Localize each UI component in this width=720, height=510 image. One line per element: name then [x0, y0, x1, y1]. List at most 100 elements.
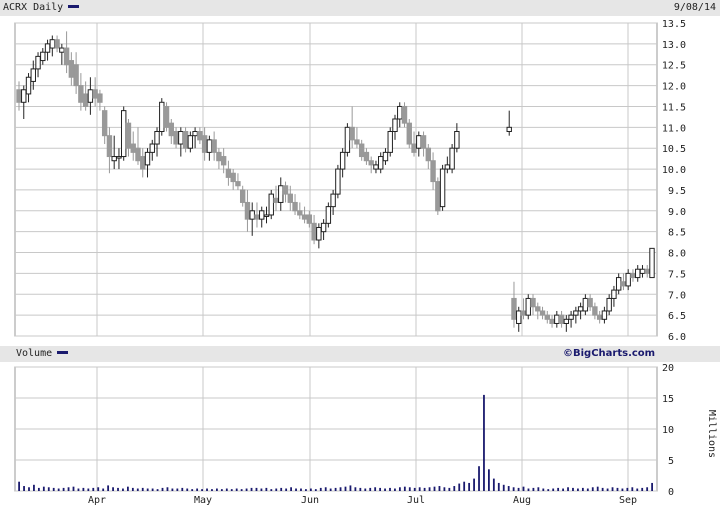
volume-bar [151, 488, 154, 491]
candle-body [430, 160, 436, 183]
volume-bar [206, 488, 208, 491]
candle-body [235, 181, 241, 187]
candle-body [78, 85, 84, 103]
candle-body [620, 281, 627, 287]
candle-body [592, 306, 598, 316]
candle-body [606, 297, 612, 312]
candle-body [68, 60, 75, 78]
volume-bar [235, 488, 238, 491]
volume-bar [601, 487, 604, 491]
price-tick-label: 9.5 [668, 186, 686, 197]
volume-bar [483, 394, 485, 491]
x-tick-label: May [194, 495, 212, 506]
volume-bar [329, 488, 332, 491]
candle-body [30, 68, 36, 82]
price-tick-label: 8.0 [668, 249, 686, 260]
candle-body [577, 306, 584, 312]
volume-bar [28, 487, 30, 491]
candle-body [397, 105, 403, 120]
candle-body [63, 47, 70, 66]
volume-bar [319, 487, 322, 491]
volume-bar [57, 488, 60, 491]
volume-bar [433, 486, 436, 491]
candle-body [615, 277, 622, 291]
candle-body [292, 201, 298, 212]
candle-body [25, 76, 32, 95]
candle-body [625, 272, 631, 287]
volume-y-axis: 20 15 10 5 0 [662, 363, 674, 498]
candle-body [544, 314, 550, 320]
candle-body [135, 147, 141, 162]
volume-bar [324, 487, 327, 491]
price-tick-label: 12.5 [662, 61, 686, 72]
x-axis: Apr May Jun Jul Aug Sep [88, 495, 637, 506]
volume-bar [37, 487, 40, 491]
price-tick-label: 12.0 [662, 82, 686, 93]
volume-bar [428, 487, 431, 491]
candle-body [54, 39, 60, 49]
candle-body [206, 139, 213, 153]
candle-body [149, 143, 155, 153]
volume-bar [606, 488, 609, 491]
volume-bar [196, 488, 199, 491]
candle-body [325, 206, 332, 224]
volume-bar [131, 487, 134, 491]
volume-bar [300, 488, 302, 491]
volume-bar [443, 487, 446, 491]
candle-body [182, 131, 189, 149]
candle-body [516, 310, 522, 324]
volume-bar [280, 487, 283, 491]
volume-bar [230, 489, 233, 491]
candle-body [444, 164, 451, 170]
candle-body [259, 210, 265, 220]
volume-bar [542, 488, 545, 491]
candle-body [630, 272, 636, 279]
candle-body [216, 151, 222, 162]
volume-bar [374, 487, 377, 491]
volume-bar [492, 478, 495, 491]
candle-body [387, 131, 393, 153]
candle-body [311, 222, 317, 241]
candle-body [306, 214, 313, 224]
volume-bar [448, 487, 451, 491]
candle-body [197, 131, 203, 141]
candle-body [420, 135, 427, 149]
volume-bar [354, 487, 357, 491]
candle-body [506, 126, 512, 133]
volume-bar [394, 488, 396, 491]
candle-body [106, 135, 113, 158]
price-tick-label: 9.0 [668, 207, 686, 218]
volume-bar [473, 478, 475, 491]
candle-body [111, 156, 117, 162]
volume-tick-label: 0 [668, 487, 674, 498]
candle-body [344, 126, 351, 153]
candle-body [263, 214, 270, 217]
candle-body [230, 172, 236, 183]
volume-bar [591, 487, 594, 491]
volume-bar [527, 488, 530, 491]
volume-bar [47, 487, 50, 491]
volume-bar [161, 487, 164, 491]
candle-body [416, 135, 422, 149]
volume-bar [596, 486, 599, 491]
price-tick-label: 6.5 [668, 311, 686, 322]
candle-body [358, 143, 365, 158]
candle-body [539, 310, 546, 316]
candle-body [163, 105, 170, 128]
volume-bar [651, 482, 653, 491]
candle-body [563, 318, 570, 324]
volume-bar [502, 484, 505, 491]
volume-bar [314, 489, 317, 491]
candle-body [411, 143, 417, 153]
price-tick-label: 8.5 [668, 228, 686, 239]
candle-body [596, 314, 603, 320]
candle-body [49, 39, 56, 49]
volume-bar [616, 487, 619, 491]
price-tick-label: 11.5 [662, 102, 686, 113]
volume-bar [309, 488, 312, 491]
volume-bar [77, 488, 80, 491]
volume-bar [295, 488, 297, 491]
volume-bar [379, 487, 382, 491]
volume-bar [33, 484, 35, 491]
candle-body [378, 156, 384, 170]
